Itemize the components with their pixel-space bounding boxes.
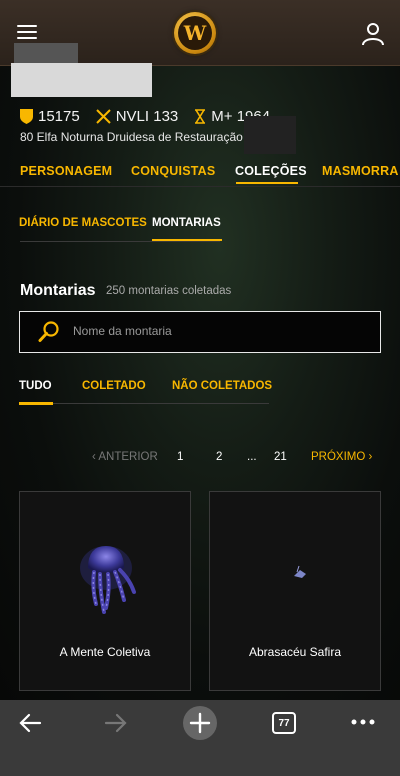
- browser-toolbar: 77: [0, 700, 400, 776]
- mount-card[interactable]: A Mente Coletiva: [19, 491, 191, 691]
- jellyfish-mount-image: [80, 546, 136, 614]
- pagination-prev: ‹ ANTERIOR: [92, 451, 158, 463]
- filter-all[interactable]: TUDO: [19, 380, 52, 392]
- page-2[interactable]: 2: [216, 451, 222, 463]
- mount-name: A Mente Coletiva: [59, 645, 151, 659]
- main-nav: PERSONAGEM CONQUISTAS COLEÇÕES MASMORRA: [0, 160, 400, 186]
- subtab-divider: [20, 241, 220, 242]
- item-level-stat: NVLI 133: [96, 108, 179, 125]
- logo-letter: W: [178, 16, 212, 50]
- character-description: 80 Elfa Noturna Druidesa de Restauração: [20, 130, 243, 144]
- tab-colecoes[interactable]: COLEÇÕES: [235, 164, 307, 178]
- page-ellipsis: ...: [247, 451, 257, 463]
- redacted-character-name: [11, 63, 152, 97]
- collection-count: 250 montarias coletadas: [106, 285, 232, 297]
- hourglass-icon: [195, 109, 206, 124]
- mount-card[interactable]: Abrasacéu Safira: [209, 491, 381, 691]
- search-box[interactable]: [19, 311, 381, 353]
- wow-logo[interactable]: W: [174, 12, 216, 54]
- tab-masmorra[interactable]: MASMORRA: [322, 164, 399, 178]
- filter-divider: [19, 403, 269, 404]
- tab-personagem[interactable]: PERSONAGEM: [20, 164, 112, 178]
- character-stats: 15175 NVLI 133 M+ 1964: [20, 108, 278, 125]
- item-level: NVLI 133: [115, 108, 179, 125]
- mount-name: Abrasacéu Safira: [248, 645, 342, 659]
- app-viewport: W 15175 NVLI 133 M+ 1964 80 Elfa Noturna…: [0, 0, 400, 700]
- active-tab-indicator: [236, 182, 298, 184]
- page-1[interactable]: 1: [177, 451, 183, 463]
- nav-divider: [0, 186, 400, 187]
- tab-count-button[interactable]: 77: [272, 712, 296, 734]
- pagination-next[interactable]: PRÓXIMO ›: [311, 451, 372, 463]
- new-tab-plus-icon[interactable]: [182, 705, 218, 741]
- more-options-icon[interactable]: [351, 719, 375, 725]
- filter-collected[interactable]: COLETADO: [82, 380, 146, 392]
- collection-title: Montarias: [20, 282, 96, 299]
- tab-conquistas[interactable]: CONQUISTAS: [131, 164, 215, 178]
- forward-arrow-icon: [104, 713, 127, 733]
- achievement-points: 15175: [38, 108, 80, 125]
- skyterror-mount-image: [294, 565, 306, 578]
- shield-icon: [20, 109, 33, 124]
- menu-icon[interactable]: [17, 24, 37, 40]
- achievement-stat: 15175: [20, 108, 80, 125]
- active-filter-indicator: [19, 402, 53, 405]
- back-arrow-icon[interactable]: [18, 712, 42, 734]
- search-input[interactable]: [73, 324, 363, 338]
- page-21[interactable]: 21: [274, 451, 287, 463]
- subtab-pet-journal[interactable]: DIÁRIO DE MASCOTES: [19, 217, 147, 229]
- crossed-swords-icon: [96, 109, 111, 124]
- account-icon[interactable]: [360, 21, 386, 47]
- subtab-mounts[interactable]: MONTARIAS: [152, 217, 221, 229]
- redacted-region: [244, 116, 296, 154]
- search-icon: [38, 321, 59, 342]
- filter-not-collected[interactable]: NÃO COLETADOS: [172, 380, 272, 392]
- active-subtab-indicator: [152, 239, 222, 241]
